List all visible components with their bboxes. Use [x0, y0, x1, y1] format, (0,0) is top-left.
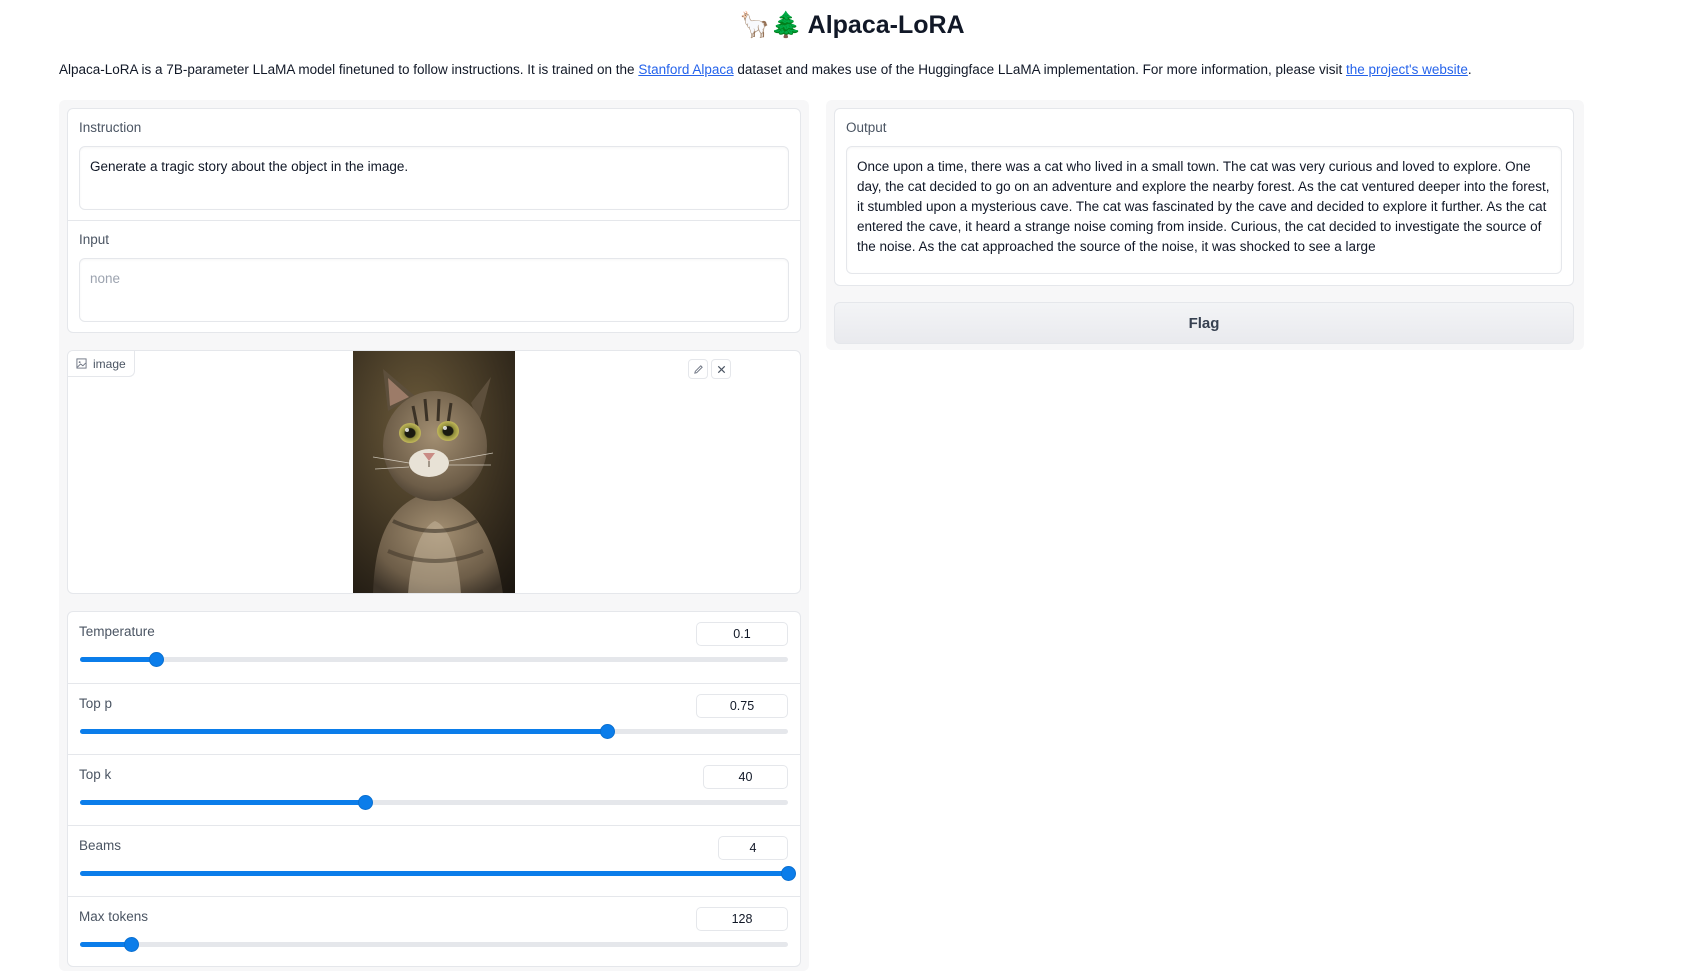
slider-fill [80, 729, 608, 734]
description-text: . [1467, 62, 1472, 77]
text-inputs-block: Instruction Generate a tragic story abou… [67, 108, 801, 333]
slider-beams: Beams 4 [68, 825, 800, 896]
max-tokens-slider[interactable] [80, 937, 788, 952]
llama-tree-emoji-icon: 🦙🌲 [739, 10, 802, 39]
image-label: image [93, 356, 126, 371]
description-text: Alpaca-LoRA is a 7B-parameter LLaMA mode… [59, 62, 639, 77]
slider-temperature: Temperature 0.1 [68, 612, 800, 683]
edit-image-button[interactable] [688, 359, 708, 379]
input-textarea[interactable]: none [79, 258, 789, 322]
input-column: Instruction Generate a tragic story abou… [59, 100, 809, 971]
cat-photo-illustration [353, 351, 515, 593]
top-k-slider[interactable] [80, 795, 788, 810]
top-p-number-input[interactable]: 0.75 [696, 694, 788, 718]
temperature-number-input[interactable]: 0.1 [696, 622, 788, 646]
slider-thumb[interactable] [123, 937, 139, 952]
temperature-slider[interactable] [80, 652, 788, 667]
slider-top-p: Top p 0.75 [68, 683, 800, 754]
output-label: Output [846, 120, 887, 135]
title-text: Alpaca-LoRA [807, 11, 965, 39]
slider-fill [80, 657, 157, 662]
page-description: Alpaca-LoRA is a 7B-parameter LLaMA mode… [59, 62, 1649, 77]
top-k-label: Top k [79, 767, 112, 782]
image-label-tag: image [68, 351, 135, 377]
slider-max-tokens: Max tokens 128 [68, 896, 800, 967]
parameters-block: Temperature 0.1 Top p 0.75 Top k 40 Beam… [67, 611, 801, 967]
pencil-icon [693, 364, 703, 374]
slider-fill [80, 871, 788, 876]
max-tokens-label: Max tokens [79, 909, 149, 924]
clear-image-button[interactable] [711, 359, 731, 379]
project-website-link[interactable]: the project's website [1346, 62, 1468, 77]
image-upload-block[interactable]: image [67, 350, 801, 594]
instruction-textarea[interactable]: Generate a tragic story about the object… [79, 146, 789, 210]
output-block: Output Once upon a time, there was a cat… [834, 108, 1574, 286]
top-p-slider[interactable] [80, 724, 788, 739]
flag-button[interactable]: Flag [834, 302, 1574, 344]
close-icon [717, 365, 725, 373]
beams-label: Beams [79, 838, 122, 853]
max-tokens-number-input[interactable]: 128 [696, 907, 788, 931]
instruction-label: Instruction [79, 120, 142, 135]
description-text: dataset and makes use of the Huggingface… [733, 62, 1346, 77]
slider-thumb[interactable] [600, 724, 616, 739]
temperature-label: Temperature [79, 624, 155, 639]
top-k-number-input[interactable]: 40 [703, 765, 788, 789]
image-icon [76, 358, 87, 369]
input-label: Input [79, 232, 110, 247]
top-p-label: Top p [79, 696, 113, 711]
uploaded-cat-image [353, 351, 515, 593]
output-textarea[interactable]: Once upon a time, there was a cat who li… [846, 146, 1562, 274]
beams-number-input[interactable]: 4 [718, 836, 788, 860]
slider-thumb[interactable] [781, 866, 796, 881]
stanford-alpaca-link[interactable]: Stanford Alpaca [638, 62, 733, 77]
slider-thumb[interactable] [149, 652, 165, 667]
beams-slider[interactable] [80, 866, 796, 881]
slider-top-k: Top k 40 [68, 754, 800, 825]
slider-fill [80, 800, 365, 805]
page-title: 🦙🌲 Alpaca-LoRA [0, 10, 1704, 40]
divider [68, 220, 800, 221]
slider-thumb[interactable] [357, 795, 373, 810]
output-column: Output Once upon a time, there was a cat… [826, 100, 1584, 350]
